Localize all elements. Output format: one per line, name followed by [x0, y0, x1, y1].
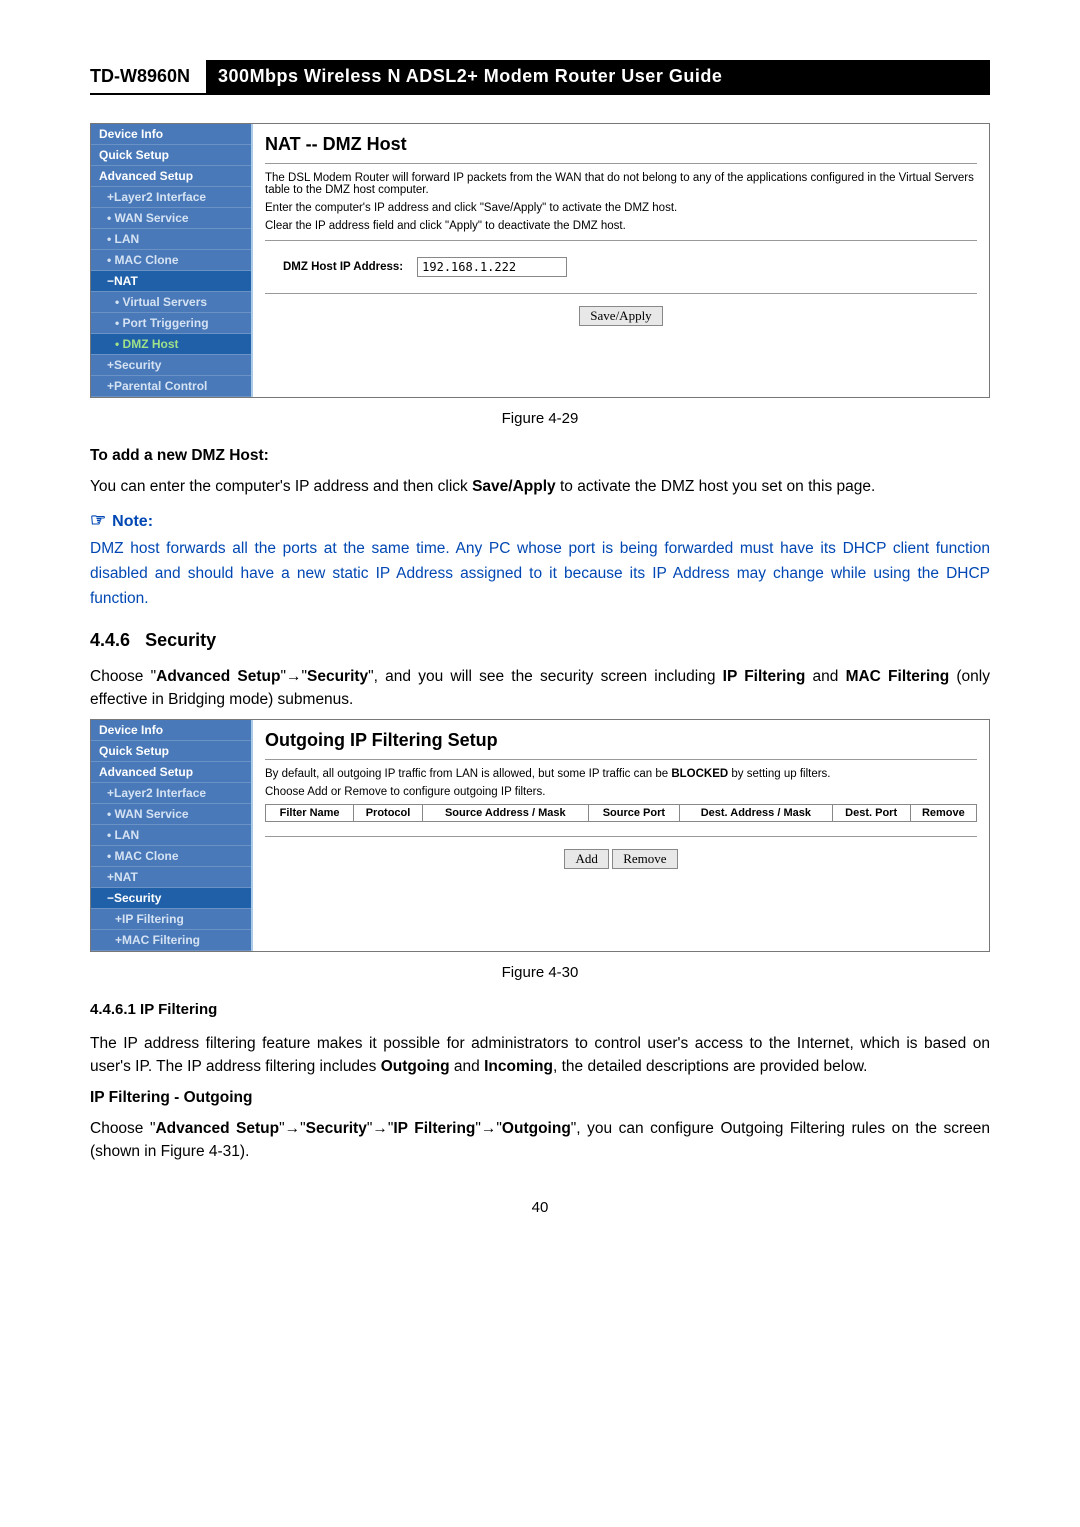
- save-apply-button[interactable]: Save/Apply: [579, 306, 662, 326]
- button-row: Save/Apply: [265, 302, 977, 326]
- page-number: 40: [90, 1199, 990, 1216]
- nav-item[interactable]: • LAN: [91, 825, 251, 846]
- nav-item[interactable]: • Port Triggering: [91, 313, 251, 334]
- body-paragraph: You can enter the computer's IP address …: [90, 475, 990, 498]
- nav-item[interactable]: +Layer2 Interface: [91, 783, 251, 804]
- nav-item[interactable]: • WAN Service: [91, 804, 251, 825]
- col-header: Filter Name: [266, 805, 354, 822]
- nav-item-nat[interactable]: −NAT: [91, 271, 251, 292]
- content-panel: Outgoing IP Filtering Setup By default, …: [253, 720, 989, 951]
- nav-item[interactable]: +MAC Filtering: [91, 930, 251, 951]
- nav-item[interactable]: • LAN: [91, 229, 251, 250]
- body-paragraph: Choose "Advanced Setup"→"Security"→"IP F…: [90, 1117, 990, 1164]
- dmz-ip-row: DMZ Host IP Address:: [265, 249, 977, 285]
- figure-caption: Figure 4-29: [90, 410, 990, 427]
- filter-table: Filter Name Protocol Source Address / Ma…: [265, 804, 977, 822]
- guide-title: 300Mbps Wireless N ADSL2+ Modem Router U…: [206, 60, 990, 93]
- nav-item[interactable]: +NAT: [91, 867, 251, 888]
- dmz-ip-input[interactable]: [417, 257, 567, 277]
- nav-item[interactable]: • MAC Clone: [91, 846, 251, 867]
- arrow-icon: →: [286, 668, 302, 685]
- desc-text: Enter the computer's IP address and clic…: [265, 202, 977, 214]
- body-paragraph: Choose "Advanced Setup"→"Security", and …: [90, 665, 990, 712]
- table-header-row: Filter Name Protocol Source Address / Ma…: [266, 805, 977, 822]
- desc-text: Clear the IP address field and click "Ap…: [265, 220, 977, 232]
- desc-text: By default, all outgoing IP traffic from…: [265, 768, 977, 780]
- nav-item[interactable]: +Security: [91, 355, 251, 376]
- nav-item[interactable]: Advanced Setup: [91, 166, 251, 187]
- hand-icon: ☞: [90, 510, 106, 530]
- nav-item-security[interactable]: −Security: [91, 888, 251, 909]
- nav-item[interactable]: • MAC Clone: [91, 250, 251, 271]
- desc-text: The DSL Modem Router will forward IP pac…: [265, 172, 977, 196]
- nav-item-dmz-host[interactable]: • DMZ Host: [91, 334, 251, 355]
- divider: [265, 836, 977, 837]
- security-heading: 4.4.6 Security: [90, 630, 990, 651]
- note-text: DMZ host forwards all the ports at the s…: [90, 537, 990, 611]
- nav-item[interactable]: Quick Setup: [91, 741, 251, 762]
- col-header: Dest. Address / Mask: [680, 805, 833, 822]
- panel-title: NAT -- DMZ Host: [265, 134, 977, 155]
- arrow-icon: →: [372, 1120, 388, 1137]
- nav-item[interactable]: • WAN Service: [91, 208, 251, 229]
- divider: [265, 163, 977, 164]
- document-page: TD-W8960N 300Mbps Wireless N ADSL2+ Mode…: [0, 0, 1080, 1527]
- nav-item[interactable]: Device Info: [91, 720, 251, 741]
- arrow-icon: →: [285, 1120, 301, 1137]
- ip-filtering-screenshot: Device Info Quick Setup Advanced Setup +…: [90, 719, 990, 952]
- content-panel: NAT -- DMZ Host The DSL Modem Router wil…: [253, 124, 989, 397]
- button-row: Add Remove: [265, 845, 977, 869]
- divider: [265, 759, 977, 760]
- model-number: TD-W8960N: [90, 60, 206, 93]
- add-dmz-host-heading: To add a new DMZ Host:: [90, 447, 990, 465]
- nav-item[interactable]: Advanced Setup: [91, 762, 251, 783]
- col-header: Source Address / Mask: [422, 805, 588, 822]
- dmz-ip-label: DMZ Host IP Address:: [265, 261, 403, 273]
- dmz-host-screenshot: Device Info Quick Setup Advanced Setup +…: [90, 123, 990, 398]
- nav-item[interactable]: Device Info: [91, 124, 251, 145]
- page-header: TD-W8960N 300Mbps Wireless N ADSL2+ Mode…: [90, 60, 990, 95]
- nav-item[interactable]: +IP Filtering: [91, 909, 251, 930]
- divider: [265, 293, 977, 294]
- body-paragraph: The IP address filtering feature makes i…: [90, 1032, 990, 1079]
- figure-caption: Figure 4-30: [90, 964, 990, 981]
- divider: [265, 240, 977, 241]
- ip-filtering-heading: 4.4.6.1 IP Filtering: [90, 1001, 990, 1018]
- col-header: Source Port: [588, 805, 679, 822]
- nav-menu: Device Info Quick Setup Advanced Setup +…: [91, 124, 253, 397]
- remove-button[interactable]: Remove: [612, 849, 677, 869]
- nav-item[interactable]: • Virtual Servers: [91, 292, 251, 313]
- col-header: Protocol: [354, 805, 423, 822]
- arrow-icon: →: [481, 1120, 497, 1137]
- ip-filtering-outgoing-heading: IP Filtering - Outgoing: [90, 1089, 990, 1107]
- note-heading: ☞Note:: [90, 510, 990, 531]
- col-header: Remove: [910, 805, 976, 822]
- nav-item[interactable]: +Layer2 Interface: [91, 187, 251, 208]
- nav-menu: Device Info Quick Setup Advanced Setup +…: [91, 720, 253, 951]
- add-button[interactable]: Add: [564, 849, 608, 869]
- nav-item[interactable]: +Parental Control: [91, 376, 251, 397]
- col-header: Dest. Port: [832, 805, 910, 822]
- panel-title: Outgoing IP Filtering Setup: [265, 730, 977, 751]
- desc-text: Choose Add or Remove to configure outgoi…: [265, 786, 977, 798]
- nav-item[interactable]: Quick Setup: [91, 145, 251, 166]
